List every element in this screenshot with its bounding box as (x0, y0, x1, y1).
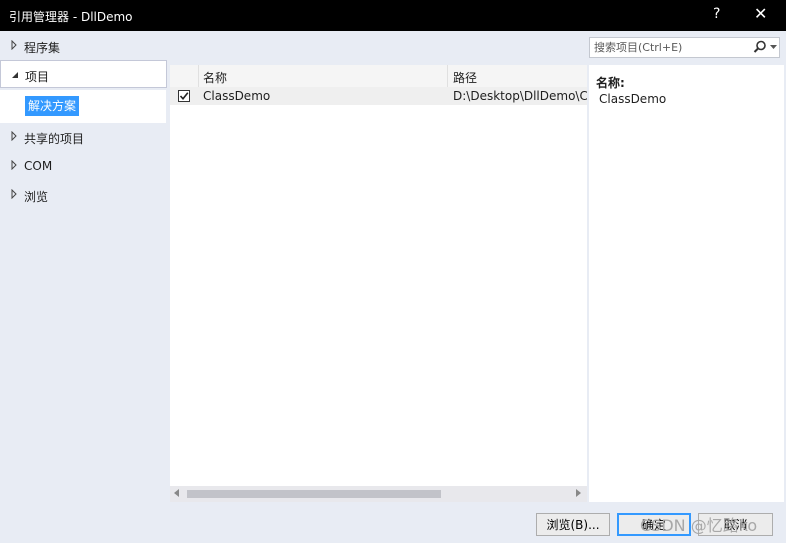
search-options-dropdown-icon[interactable] (770, 45, 777, 49)
list-header: 名称 路径 (170, 65, 587, 88)
sidebar-item-label: 共享的项目 (24, 132, 85, 146)
details-pane: 名称: ClassDemo (589, 65, 784, 502)
expand-triangle-icon (11, 40, 17, 50)
sidebar-item-com[interactable]: COM (0, 152, 167, 180)
search-icon[interactable] (753, 40, 767, 54)
search-input[interactable] (594, 40, 744, 55)
row-path: D:\Desktop\DllDemo\C (453, 89, 587, 103)
help-button[interactable]: ? (713, 6, 720, 22)
checkmark-icon (179, 92, 189, 101)
reference-list: 名称 路径 ClassDemo D:\Desktop\DllDemo\C (170, 65, 587, 486)
sidebar-item-label: COM (24, 159, 53, 173)
scroll-left-icon[interactable] (174, 489, 179, 497)
browse-button[interactable]: 浏览(B)... (536, 513, 610, 536)
scroll-right-icon[interactable] (576, 489, 581, 497)
row-name: ClassDemo (203, 89, 271, 103)
close-button[interactable]: ✕ (754, 4, 767, 23)
title-bar: 引用管理器 - DllDemo ? ✕ (0, 0, 786, 31)
details-name-label: 名称: (596, 76, 625, 90)
sidebar-item-assemblies[interactable]: 程序集 (0, 32, 167, 60)
sidebar-subitem-solution[interactable]: 解决方案 (25, 96, 80, 116)
sidebar-subitem-container: 解决方案 (0, 90, 166, 123)
table-row[interactable]: ClassDemo D:\Desktop\DllDemo\C (170, 87, 587, 105)
scroll-thumb[interactable] (187, 490, 441, 498)
search-box (589, 37, 780, 58)
column-header-label: 名称 (203, 71, 228, 85)
sidebar-item-browse[interactable]: 浏览 (0, 181, 167, 209)
window-title: 引用管理器 - DllDemo (9, 10, 133, 24)
horizontal-scrollbar[interactable] (170, 486, 587, 502)
header-check-column[interactable] (170, 65, 199, 87)
reference-checkbox[interactable] (178, 90, 190, 102)
expand-triangle-icon (11, 131, 17, 141)
column-header-label: 路径 (453, 71, 478, 85)
category-sidebar: 程序集 项目 解决方案 共享的项目 COM 浏览 (0, 31, 167, 508)
sidebar-item-label: 项目 (25, 70, 50, 84)
collapse-triangle-icon (12, 72, 18, 78)
sidebar-item-label: 程序集 (24, 41, 61, 55)
expand-triangle-icon (11, 189, 17, 199)
header-path-column[interactable]: 路径 (448, 65, 587, 87)
details-name-value: ClassDemo (599, 92, 667, 106)
watermark: CSDN @忆路ko (640, 516, 758, 535)
sidebar-item-projects[interactable]: 项目 (0, 60, 167, 88)
expand-triangle-icon (11, 160, 17, 170)
header-name-column[interactable]: 名称 (198, 65, 448, 87)
sidebar-item-label: 浏览 (24, 190, 49, 204)
sidebar-item-shared-projects[interactable]: 共享的项目 (0, 123, 167, 151)
